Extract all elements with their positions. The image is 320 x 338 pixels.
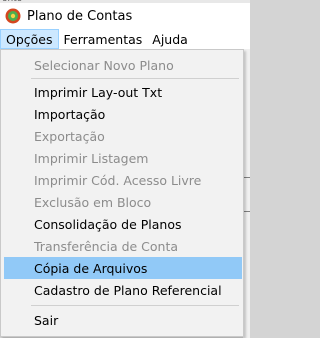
menu-item-importacao[interactable]: Importação (4, 103, 242, 125)
menu-item-sair[interactable]: Sair (4, 309, 242, 331)
menu-separator (31, 78, 239, 79)
title-bar: Plano de Contas (0, 3, 250, 29)
menu-item-transferencia-de-conta[interactable]: Transferência de Conta (4, 235, 242, 257)
menu-item-imprimir-layout-txt[interactable]: Imprimir Lay-out Txt (4, 81, 242, 103)
menu-item-cadastro-plano-referencial[interactable]: Cadastro de Plano Referencial (4, 279, 242, 301)
menu-item-consolidacao-de-planos[interactable]: Consolidação de Planos (4, 213, 242, 235)
menu-bar: Opções Ferramentas Ajuda (0, 29, 250, 50)
opcoes-dropdown-menu: Selecionar Novo Plano Imprimir Lay-out T… (0, 49, 244, 337)
menu-ajuda[interactable]: Ajuda (147, 29, 193, 49)
menu-ferramentas[interactable]: Ferramentas (59, 29, 148, 49)
menu-item-exclusao-em-bloco[interactable]: Exclusão em Bloco (4, 191, 242, 213)
menu-item-selecionar-novo-plano[interactable]: Selecionar Novo Plano (4, 54, 242, 76)
background-window-edge (243, 49, 250, 338)
menu-item-imprimir-listagem[interactable]: Imprimir Listagem (4, 147, 242, 169)
app-logo-icon (5, 8, 21, 24)
menu-opcoes[interactable]: Opções (0, 29, 59, 49)
background-line (243, 177, 250, 178)
background-line (243, 211, 250, 212)
menu-item-copia-de-arquivos[interactable]: Cópia de Arquivos (4, 257, 242, 279)
menu-separator (31, 305, 239, 306)
menu-item-imprimir-cod-acesso-livre[interactable]: Imprimir Cód. Acesso Livre (4, 169, 242, 191)
window-title: Plano de Contas (27, 8, 133, 24)
menu-item-exportacao[interactable]: Exportação (4, 125, 242, 147)
